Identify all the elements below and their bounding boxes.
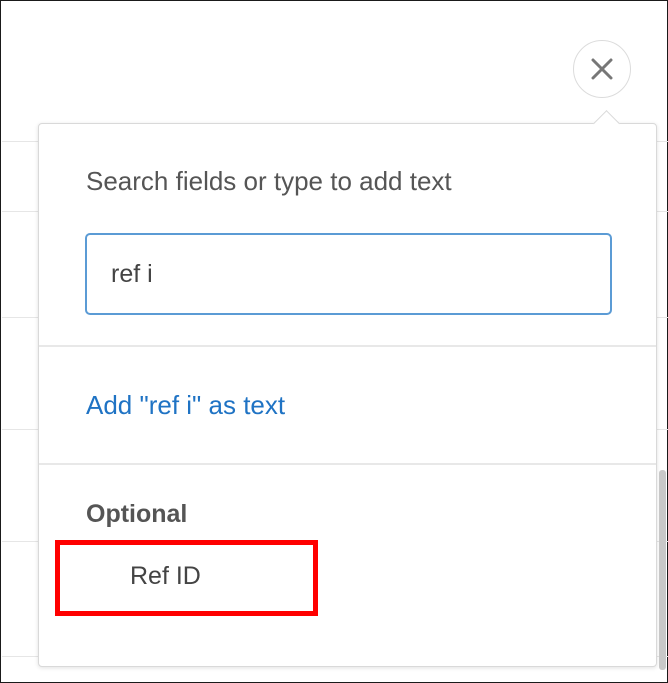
- close-button[interactable]: [573, 40, 631, 98]
- close-icon: [591, 58, 613, 80]
- add-as-text-link[interactable]: Add "ref i" as text: [86, 390, 285, 421]
- background-scrollbar-thumb[interactable]: [659, 470, 666, 670]
- field-picker-popover: Search fields or type to add text Add "r…: [38, 110, 657, 667]
- search-instruction: Search fields or type to add text: [86, 166, 452, 196]
- optional-section-label: Optional: [86, 500, 188, 528]
- search-input[interactable]: [85, 233, 612, 315]
- section-divider: [39, 345, 656, 347]
- section-divider: [39, 463, 656, 465]
- option-ref-id[interactable]: Ref ID: [130, 562, 201, 591]
